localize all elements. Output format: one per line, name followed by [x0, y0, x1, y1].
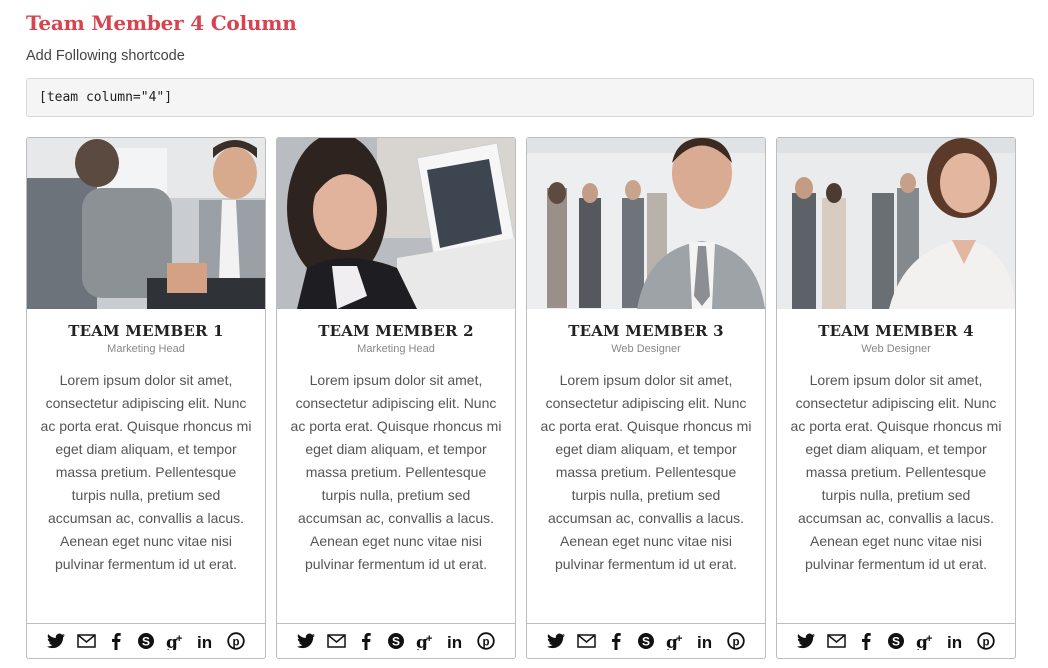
member-bio: Lorem ipsum dolor sit amet, consectetur … [540, 372, 752, 572]
social-links: S g + in p [527, 623, 765, 658]
member-photo [777, 138, 1015, 309]
member-role: Web Designer [861, 343, 931, 355]
team-card: TEAM MEMBER 4 Web Designer Lorem ipsum d… [776, 137, 1016, 659]
svg-text:S: S [142, 635, 150, 649]
svg-text:S: S [642, 635, 650, 649]
facebook-icon[interactable] [856, 631, 876, 651]
svg-text:S: S [392, 635, 400, 649]
pinterest-icon[interactable]: p [726, 631, 746, 651]
email-icon[interactable] [826, 631, 846, 651]
svg-text:+: + [926, 633, 932, 645]
svg-text:p: p [982, 637, 989, 649]
page-title: Team Member 4 Column [26, 11, 297, 35]
google-plus-icon[interactable]: g + [416, 631, 436, 651]
pinterest-icon[interactable]: p [976, 631, 996, 651]
member-bio: Lorem ipsum dolor sit amet, consectetur … [290, 372, 502, 572]
member-photo [527, 138, 765, 309]
svg-text:in: in [947, 633, 962, 650]
intro-text: Add Following shortcode [26, 48, 185, 64]
member-role: Marketing Head [107, 343, 185, 355]
member-name: TEAM MEMBER 3 [568, 322, 724, 340]
svg-text:S: S [892, 635, 900, 649]
svg-text:+: + [676, 633, 682, 645]
team-card: TEAM MEMBER 2 Marketing Head Lorem ipsum… [276, 137, 516, 659]
social-links: S g + in p [27, 623, 265, 658]
svg-text:p: p [482, 637, 489, 649]
facebook-icon[interactable] [356, 631, 376, 651]
skype-icon[interactable]: S [136, 631, 156, 651]
team-card: TEAM MEMBER 1 Marketing Head Lorem ipsum… [26, 137, 266, 659]
linkedin-icon[interactable]: in [946, 631, 966, 651]
svg-text:in: in [447, 633, 462, 650]
member-name: TEAM MEMBER 2 [318, 322, 474, 340]
svg-text:p: p [232, 637, 239, 649]
member-photo [277, 138, 515, 309]
google-plus-icon[interactable]: g + [916, 631, 936, 651]
email-icon[interactable] [76, 631, 96, 651]
linkedin-icon[interactable]: in [196, 631, 216, 651]
facebook-icon[interactable] [606, 631, 626, 651]
facebook-icon[interactable] [106, 631, 126, 651]
google-plus-icon[interactable]: g + [666, 631, 686, 651]
member-name: TEAM MEMBER 1 [68, 322, 224, 340]
member-role: Web Designer [611, 343, 681, 355]
pinterest-icon[interactable]: p [476, 631, 496, 651]
svg-text:in: in [697, 633, 712, 650]
twitter-icon[interactable] [296, 631, 316, 651]
shortcode-text: [team column="4"] [39, 90, 173, 105]
skype-icon[interactable]: S [636, 631, 656, 651]
svg-text:+: + [176, 633, 182, 645]
twitter-icon[interactable] [546, 631, 566, 651]
twitter-icon[interactable] [46, 631, 66, 651]
member-bio: Lorem ipsum dolor sit amet, consectetur … [40, 372, 252, 572]
member-role: Marketing Head [357, 343, 435, 355]
svg-text:in: in [197, 633, 212, 650]
svg-text:+: + [426, 633, 432, 645]
linkedin-icon[interactable]: in [446, 631, 466, 651]
email-icon[interactable] [326, 631, 346, 651]
member-photo [27, 138, 265, 309]
google-plus-icon[interactable]: g + [166, 631, 186, 651]
linkedin-icon[interactable]: in [696, 631, 716, 651]
skype-icon[interactable]: S [886, 631, 906, 651]
team-grid: TEAM MEMBER 1 Marketing Head Lorem ipsum… [26, 137, 1026, 659]
member-bio: Lorem ipsum dolor sit amet, consectetur … [790, 372, 1002, 572]
shortcode-box[interactable]: [team column="4"] [26, 78, 1034, 117]
svg-text:p: p [732, 637, 739, 649]
twitter-icon[interactable] [796, 631, 816, 651]
skype-icon[interactable]: S [386, 631, 406, 651]
pinterest-icon[interactable]: p [226, 631, 246, 651]
social-links: S g + in p [777, 623, 1015, 658]
team-card: TEAM MEMBER 3 Web Designer Lorem ipsum d… [526, 137, 766, 659]
social-links: S g + in p [277, 623, 515, 658]
member-name: TEAM MEMBER 4 [818, 322, 974, 340]
email-icon[interactable] [576, 631, 596, 651]
